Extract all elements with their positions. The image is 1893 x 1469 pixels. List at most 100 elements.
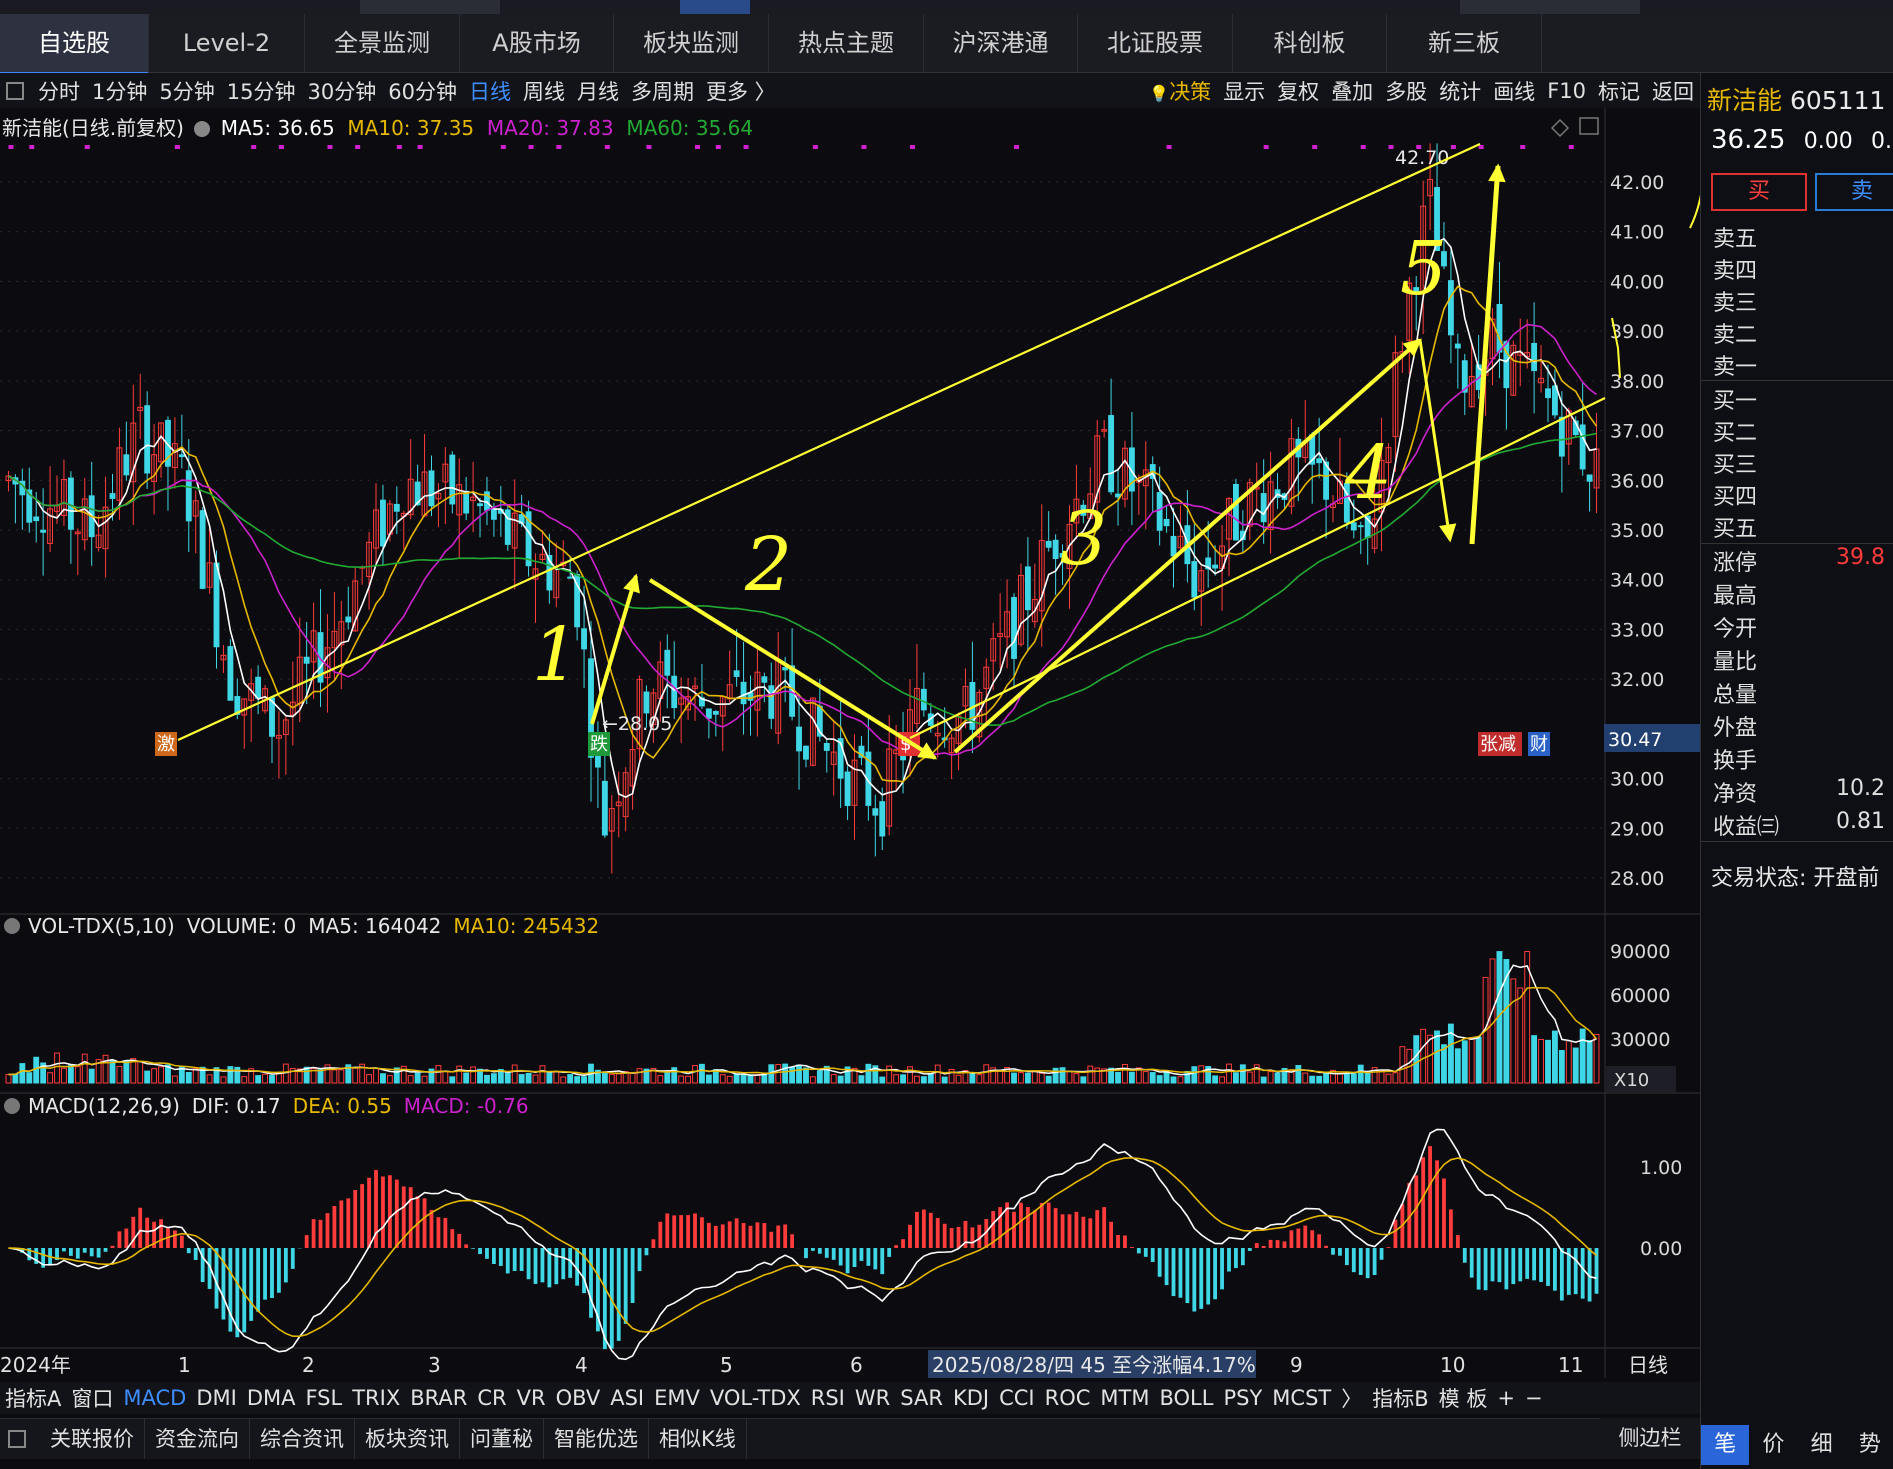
top-tab-9[interactable]: 新三板 <box>1387 14 1542 72</box>
signal-dot <box>646 145 652 149</box>
indicator-14[interactable]: RSI <box>806 1386 850 1410</box>
indicator-18[interactable]: CCI <box>994 1386 1040 1410</box>
volume-bar <box>1350 1073 1357 1084</box>
period-3[interactable]: 15分钟 <box>221 76 302 106</box>
tool-6[interactable]: 画线 <box>1487 76 1541 106</box>
indicator-22[interactable]: PSY <box>1218 1386 1267 1410</box>
period-2[interactable]: 5分钟 <box>153 76 220 106</box>
indicator-12[interactable]: EMV <box>649 1386 705 1410</box>
bottom-tab-5[interactable]: 智能优选 <box>544 1419 649 1459</box>
tool-2[interactable]: 复权 <box>1271 76 1325 106</box>
volume-bar <box>553 1071 560 1084</box>
tool-8[interactable]: 标记 <box>1592 76 1646 106</box>
sidebar-toggle-button[interactable]: 侧边栏 <box>1600 1418 1700 1458</box>
bottom-tab-4[interactable]: 问董秘 <box>460 1419 544 1459</box>
volume-bar <box>1441 1044 1447 1084</box>
indicator-1[interactable]: 窗口 <box>66 1383 118 1413</box>
tool-7[interactable]: F10 <box>1541 79 1592 103</box>
top-tab-8[interactable]: 科创板 <box>1233 14 1387 72</box>
candle-body <box>1260 493 1267 523</box>
indicator-24[interactable]: 〉 <box>1336 1383 1367 1413</box>
period-10[interactable]: 更多 〉 <box>700 76 782 106</box>
top-tab-3[interactable]: A股市场 <box>460 14 614 72</box>
volume-bar <box>955 1074 962 1084</box>
indicator-7[interactable]: BRAR <box>405 1386 472 1410</box>
indicator-19[interactable]: ROC <box>1040 1386 1096 1410</box>
volume-bar <box>1517 987 1524 1084</box>
top-tab-6[interactable]: 沪深港通 <box>924 14 1078 72</box>
volume-ma5-line <box>8 964 1597 1077</box>
period-7[interactable]: 周线 <box>517 76 571 106</box>
legend-gear-icon[interactable] <box>194 121 211 137</box>
quote-tab-2[interactable]: 细 <box>1798 1425 1846 1465</box>
candle-body <box>1531 342 1538 372</box>
indicator-20[interactable]: MTM <box>1095 1386 1154 1410</box>
top-tab-1[interactable]: Level-2 <box>149 14 305 72</box>
quote-row-label: 换手 <box>1713 749 1758 774</box>
top-tab-7[interactable]: 北证股票 <box>1078 14 1233 72</box>
signal-dot <box>8 145 14 149</box>
tool-9[interactable]: 返回 <box>1646 76 1700 106</box>
volume-bar <box>830 1074 837 1084</box>
volume-bar <box>581 1076 587 1084</box>
kline-chart[interactable]: 42.0041.0040.0039.0038.0037.0036.0035.00… <box>0 108 1700 1378</box>
volume-bar <box>74 1066 81 1084</box>
indicator-10[interactable]: OBV <box>551 1386 606 1410</box>
top-tab-2[interactable]: 全景监测 <box>305 14 460 72</box>
bottom-tab-3[interactable]: 板块资讯 <box>355 1419 460 1459</box>
indicator-2[interactable]: MACD <box>118 1386 191 1410</box>
indicator-9[interactable]: VR <box>512 1386 551 1410</box>
candle-body <box>1586 474 1593 482</box>
bottom-tab-6[interactable]: 相似K线 <box>649 1419 747 1459</box>
quote-tab-3[interactable]: 势 <box>1846 1425 1893 1465</box>
indicator-13[interactable]: VOL-TDX <box>705 1386 806 1410</box>
period-9[interactable]: 多周期 <box>625 76 700 106</box>
indicator-27[interactable]: + <box>1492 1386 1520 1410</box>
panel-toggle-icon[interactable] <box>6 81 24 100</box>
volume-bar <box>1260 1076 1267 1084</box>
candle-body <box>1191 561 1198 598</box>
indicator-26[interactable]: 模 板 <box>1434 1383 1493 1413</box>
period-6[interactable]: 日线 <box>463 76 517 106</box>
period-5[interactable]: 60分钟 <box>382 76 463 106</box>
period-1[interactable]: 1分钟 <box>86 76 153 106</box>
indicator-21[interactable]: BOLL <box>1154 1386 1218 1410</box>
event-marker: 张减 <box>1480 734 1516 755</box>
tool-3[interactable]: 叠加 <box>1325 76 1379 106</box>
tool-0[interactable]: 💡决策 <box>1143 76 1217 106</box>
tool-4[interactable]: 多股 <box>1379 76 1433 106</box>
indicator-6[interactable]: TRIX <box>347 1386 405 1410</box>
sell-button[interactable]: 卖 <box>1815 173 1893 211</box>
indicator-3[interactable]: DMI <box>191 1386 241 1410</box>
bottom-tab-0[interactable]: 关联报价 <box>40 1419 145 1459</box>
volume-bar <box>1066 1070 1073 1084</box>
indicator-25[interactable]: 指标B <box>1367 1383 1433 1413</box>
period-0[interactable]: 分时 <box>32 76 86 106</box>
indicator-11[interactable]: ASI <box>605 1386 649 1410</box>
quote-tab-0[interactable]: 笔 <box>1701 1425 1750 1465</box>
indicator-8[interactable]: CR <box>472 1386 511 1410</box>
tool-1[interactable]: 显示 <box>1217 76 1271 106</box>
indicator-23[interactable]: MCST <box>1267 1386 1336 1410</box>
tool-5[interactable]: 统计 <box>1433 76 1487 106</box>
top-tab-0[interactable]: 自选股 <box>0 14 149 75</box>
indicator-15[interactable]: WR <box>850 1386 895 1410</box>
volume-bar <box>546 1070 553 1084</box>
quote-tab-1[interactable]: 价 <box>1749 1425 1797 1465</box>
indicator-5[interactable]: FSL <box>300 1386 347 1410</box>
top-tab-5[interactable]: 热点主题 <box>769 14 924 72</box>
buy-button[interactable]: 买 <box>1711 173 1807 211</box>
period-4[interactable]: 30分钟 <box>301 76 382 106</box>
period-8[interactable]: 月线 <box>571 76 625 106</box>
bottom-tab-2[interactable]: 综合资讯 <box>250 1419 355 1459</box>
indicator-16[interactable]: SAR <box>895 1386 948 1410</box>
indicator-0[interactable]: 指标A <box>0 1383 66 1413</box>
indicator-28[interactable]: − <box>1520 1386 1548 1410</box>
indicator-17[interactable]: KDJ <box>948 1386 994 1410</box>
bottom-panel-icon[interactable] <box>8 1430 26 1448</box>
indicator-4[interactable]: DMA <box>242 1386 301 1410</box>
top-tab-4[interactable]: 板块监测 <box>614 14 769 72</box>
volume-bar <box>858 1075 865 1084</box>
bottom-tab-1[interactable]: 资金流向 <box>145 1419 250 1459</box>
macd-axis-label: 0.00 <box>1640 1238 1682 1260</box>
